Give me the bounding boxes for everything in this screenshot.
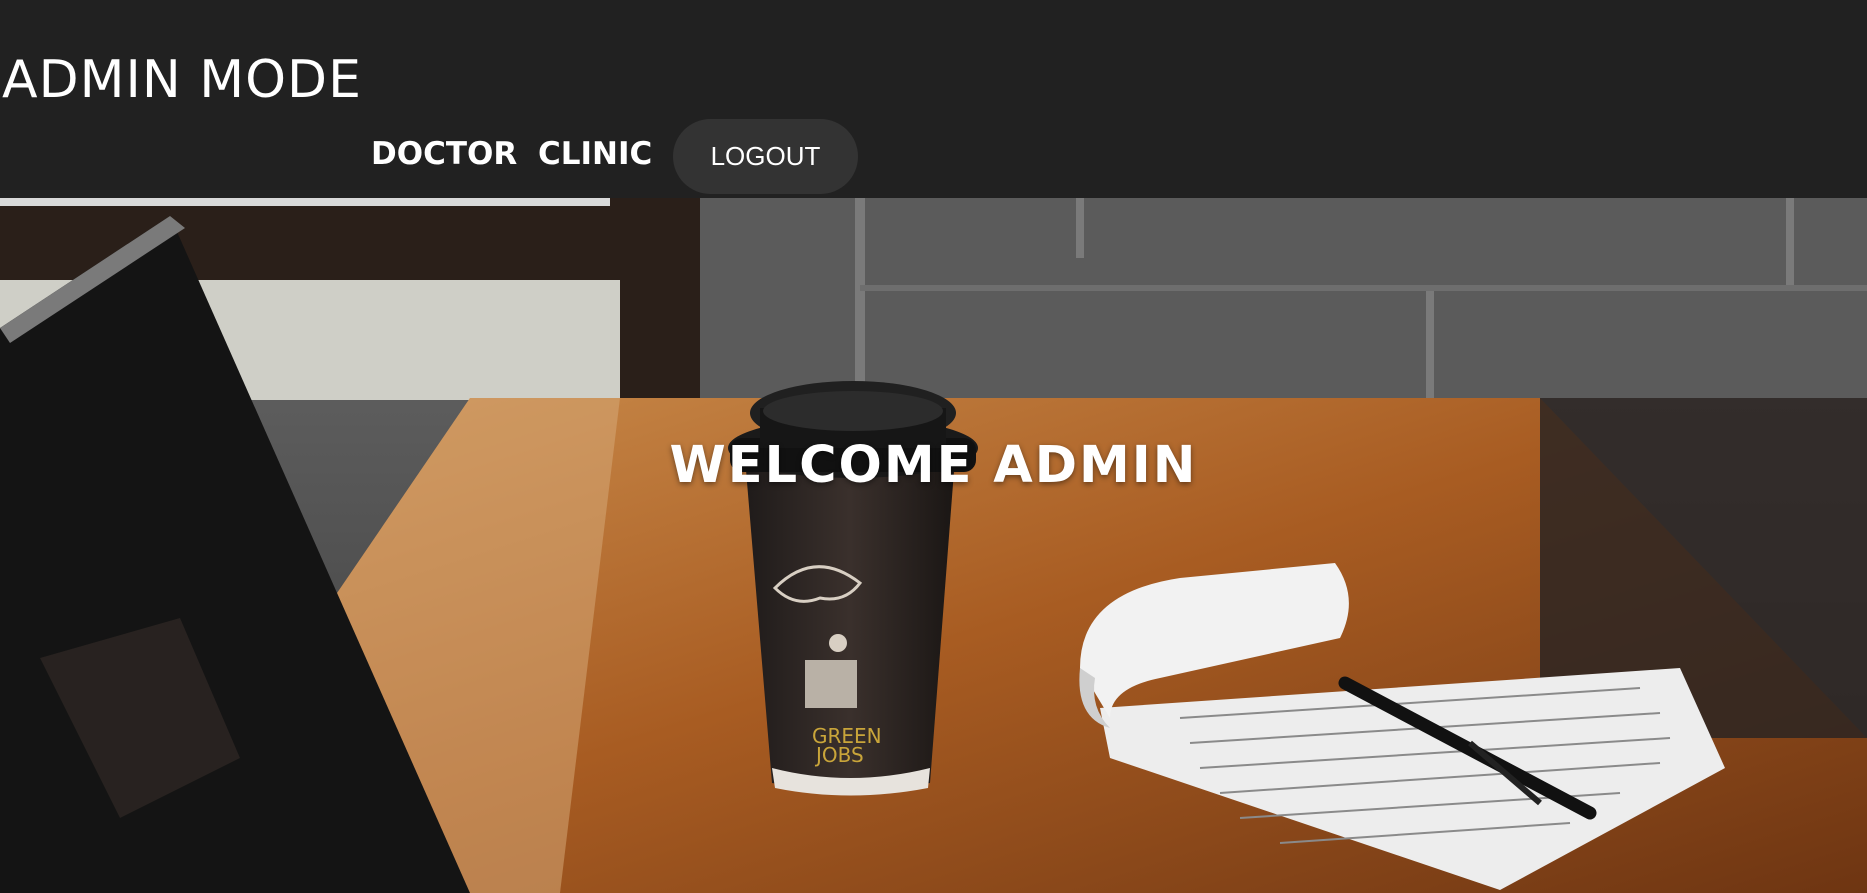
hero-background-image: GREEN JOBS (0, 198, 1867, 893)
brand-title: ADMIN MODE (2, 50, 362, 110)
nav-link-clinic[interactable]: CLINIC (538, 134, 652, 174)
svg-text:JOBS: JOBS (814, 743, 864, 767)
welcome-heading: WELCOME ADMIN (669, 436, 1198, 495)
hero-banner: GREEN JOBS WELCOME ADMIN (0, 198, 1867, 893)
logout-button[interactable]: LOGOUT (673, 119, 858, 194)
nav-link-doctor[interactable]: DOCTOR (371, 134, 517, 174)
top-navbar: ADMIN MODE DOCTOR CLINIC LOGOUT (0, 0, 1867, 198)
